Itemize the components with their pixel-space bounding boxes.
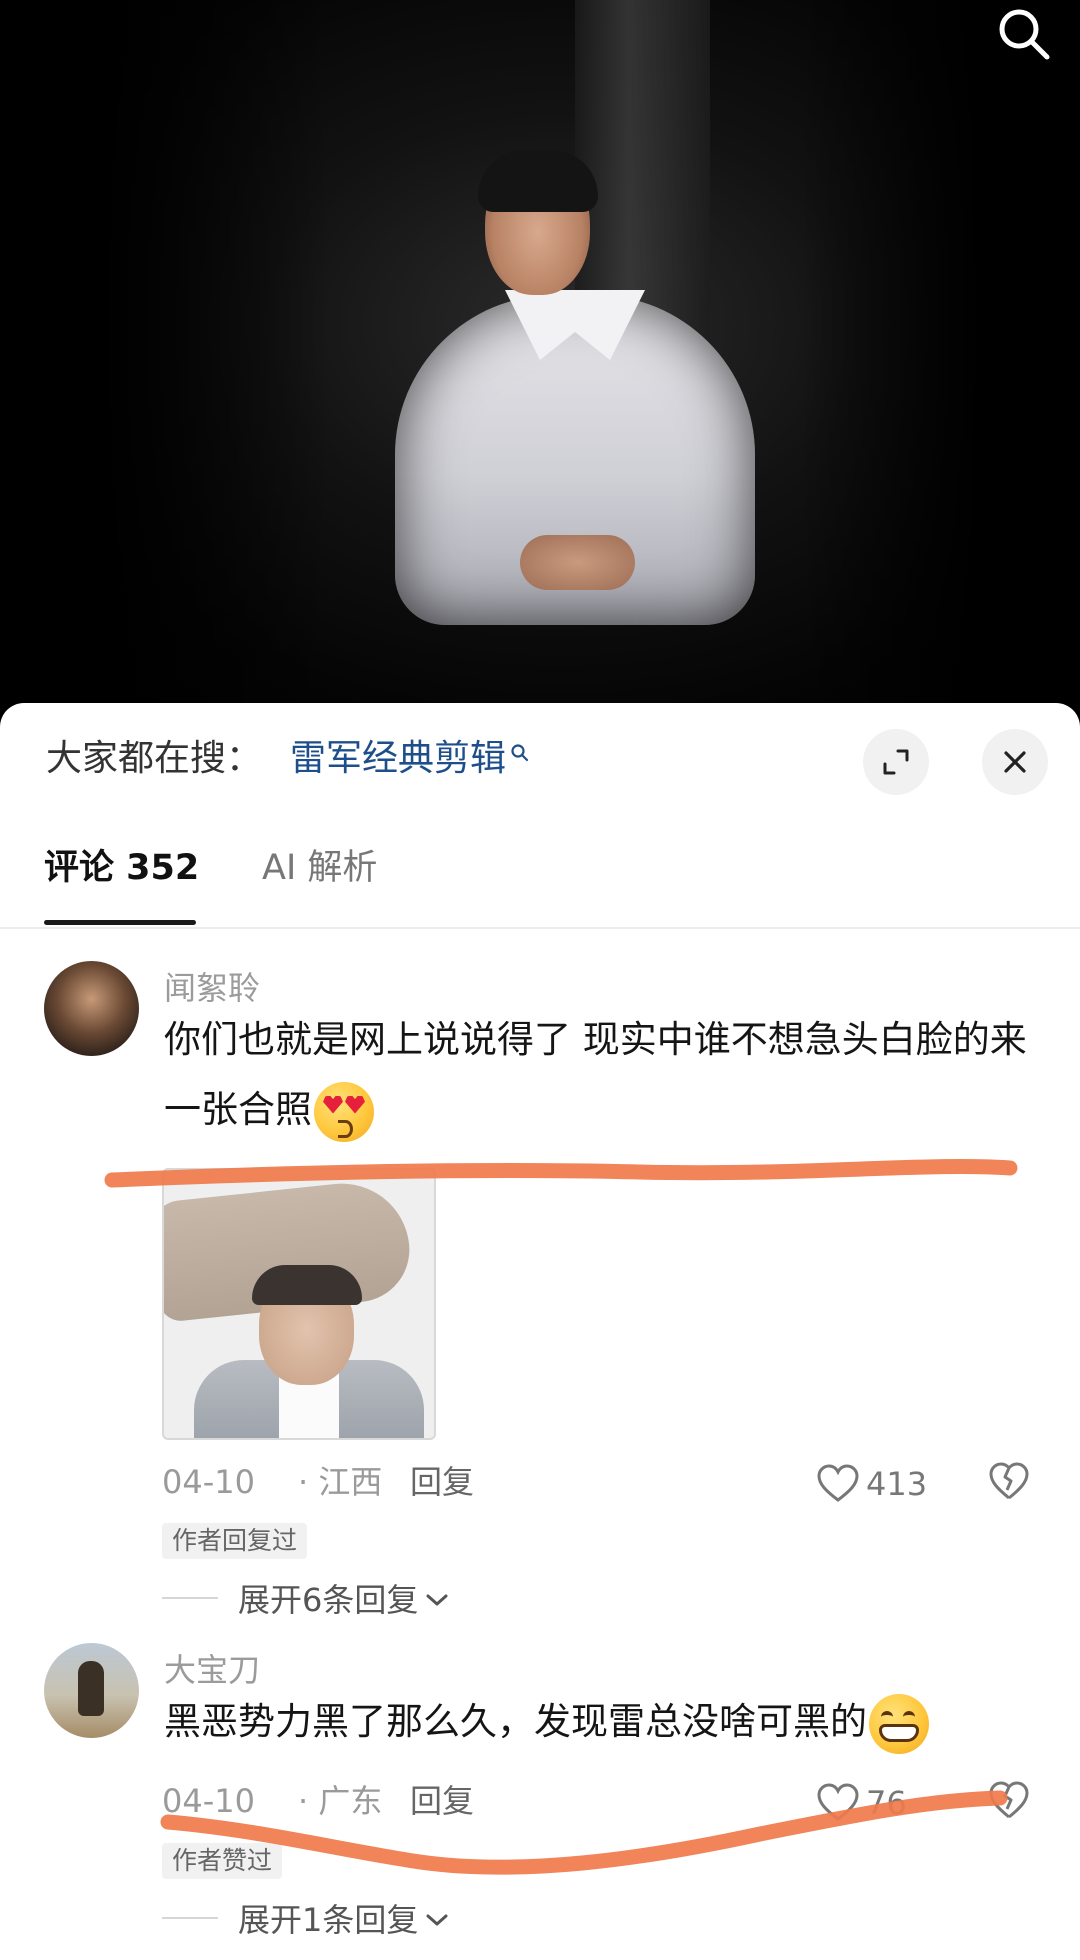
chevron-down-icon <box>426 1594 448 1606</box>
comment-date: 04-10 <box>162 1463 255 1501</box>
comment-text-content: 黑恶势力黑了那么久，发现雷总没啥可黑的 <box>164 1700 867 1743</box>
dislike-button[interactable] <box>988 1781 1030 1834</box>
avatar[interactable] <box>44 1643 139 1738</box>
avatar-figure <box>78 1661 104 1716</box>
comment-meta: 04-10 · 江西 回复 413 <box>162 1458 1042 1506</box>
avatar[interactable] <box>44 961 139 1056</box>
comment-region: · 广东 <box>298 1782 383 1820</box>
like-count: 76 <box>866 1784 907 1822</box>
expand-button[interactable] <box>863 729 929 795</box>
comment-meta: 04-10 · 广东 回复 76 <box>162 1777 1042 1825</box>
search-small-icon <box>511 744 529 762</box>
comment-image[interactable] <box>162 1168 436 1440</box>
comment-text-content: 你们也就是网上说说得了 现实中谁不想急头白脸的来一张合照 <box>164 1018 1027 1131</box>
comment-username[interactable]: 闻絮聆 <box>164 963 260 1009</box>
reply-divider <box>162 1917 218 1919</box>
comment-region: · 江西 <box>298 1463 383 1501</box>
expand-replies-label: 展开6条回复 <box>238 1581 419 1619</box>
photo-shadow-left <box>0 0 330 720</box>
broken-heart-icon <box>989 1781 1029 1819</box>
tab-comments-label: 评论 352 <box>44 848 200 888</box>
tab-ai-analysis[interactable]: AI 解析 <box>262 833 377 925</box>
comment-sheet: 大家都在搜： 雷军经典剪辑 评论 352 AI 解析 闻絮聆 你们也就是网上说说… <box>0 703 1080 1960</box>
person-hair <box>478 150 598 212</box>
expand-replies-button[interactable]: 展开6条回复 <box>162 1573 450 1623</box>
photo-shadow-right <box>800 0 1080 720</box>
author-liked-badge: 作者赞过 <box>162 1843 283 1879</box>
reply-button[interactable]: 回复 <box>410 1458 474 1506</box>
tab-ai-label: AI 解析 <box>262 848 378 888</box>
comment-item: 大宝刀 黑恶势力黑了那么久，发现雷总没啥可黑的 04-10 · 广东 回复 76 <box>0 1643 1080 1953</box>
sheet-header: 大家都在搜： 雷军经典剪辑 <box>0 703 1080 815</box>
comment-text: 你们也就是网上说说得了 现实中谁不想急头白脸的来一张合照 <box>164 1005 1034 1145</box>
trending-query-link[interactable]: 雷军经典剪辑 <box>290 733 530 785</box>
grin-emoji <box>869 1693 929 1754</box>
broken-heart-icon <box>989 1462 1029 1500</box>
comment-item: 闻絮聆 你们也就是网上说说得了 现实中谁不想急头白脸的来一张合照 04-10 ·… <box>0 953 1080 1619</box>
close-button[interactable] <box>982 729 1048 795</box>
chevron-down-icon <box>426 1914 448 1926</box>
like-button[interactable]: 76 <box>816 1779 907 1827</box>
like-count: 413 <box>866 1465 928 1503</box>
image-hair <box>252 1265 362 1305</box>
trending-label: 大家都在搜： <box>46 738 263 779</box>
heart-icon <box>817 1783 859 1821</box>
top-search-button[interactable] <box>990 0 1058 68</box>
heart-eyes-emoji <box>314 1081 374 1142</box>
video-frame[interactable] <box>0 0 1080 720</box>
screen: 大家都在搜： 雷军经典剪辑 评论 352 AI 解析 闻絮聆 你们也就是网上说说… <box>0 0 1080 1960</box>
person-hands <box>520 535 635 590</box>
like-button[interactable]: 413 <box>816 1460 927 1508</box>
reply-divider <box>162 1597 218 1599</box>
expand-icon <box>883 749 909 775</box>
author-replied-badge: 作者回复过 <box>162 1523 308 1559</box>
search-icon <box>999 9 1050 60</box>
expand-replies-button[interactable]: 展开1条回复 <box>162 1893 450 1943</box>
dislike-button[interactable] <box>988 1462 1030 1515</box>
close-icon <box>1004 751 1026 773</box>
comment-username[interactable]: 大宝刀 <box>164 1645 260 1691</box>
expand-replies-label: 展开1条回复 <box>238 1901 419 1939</box>
trending-query-text: 雷军经典剪辑 <box>290 738 507 779</box>
comment-date: 04-10 <box>162 1782 255 1820</box>
tab-active-indicator <box>44 920 196 925</box>
tab-comments[interactable]: 评论 352 <box>44 833 199 925</box>
tab-bar: 评论 352 AI 解析 <box>0 833 1080 929</box>
comment-text: 黑恶势力黑了那么久，发现雷总没啥可黑的 <box>164 1687 1034 1757</box>
reply-button[interactable]: 回复 <box>410 1777 474 1825</box>
heart-icon <box>817 1464 859 1502</box>
